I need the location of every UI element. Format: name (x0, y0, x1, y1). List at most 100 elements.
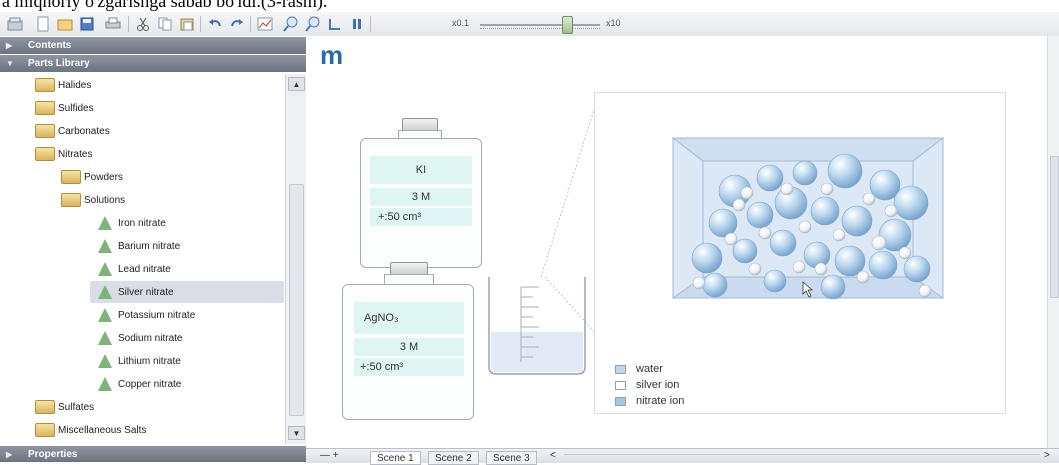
zoom-out-icon[interactable] (304, 15, 322, 32)
ion-particle (691, 242, 723, 274)
sidebar-item-label: Iron nitrate (118, 217, 166, 229)
parts-library-header[interactable]: ▼ Parts Library (0, 55, 306, 72)
print-icon[interactable] (104, 15, 122, 32)
sidebar-item-barium-nitrate[interactable]: Barium nitrate (94, 235, 180, 257)
particle-box[interactable] (595, 93, 1005, 353)
sidebar-item-label: Lithium nitrate (118, 355, 181, 367)
open-icon[interactable] (56, 15, 74, 32)
sidebar-item-lead-nitrate[interactable]: Lead nitrate (94, 258, 171, 280)
ion-particle (841, 205, 873, 237)
scene-nav-buttons[interactable]: — + (320, 450, 339, 461)
sidebar-item-label: Lead nitrate (118, 263, 171, 275)
ki-bottle[interactable]: KI 3 M +:50 cm³ (358, 118, 484, 268)
volume-label: +:50 cm³ (354, 358, 464, 376)
sidebar-item-miscellaneous-salts[interactable]: Miscellaneous Salts (34, 419, 146, 441)
concentration-label: 3 M (370, 188, 472, 206)
fit-icon[interactable] (326, 15, 344, 32)
molecular-view-panel[interactable]: water silver ion nitrate ion (594, 92, 1006, 414)
tab-scene-1[interactable]: Scene 1 (370, 451, 421, 465)
beaker-graphic[interactable] (481, 92, 601, 412)
sidebar-item-sulfates[interactable]: Sulfates (34, 396, 94, 418)
zoom-line (544, 276, 600, 338)
small-particle (871, 235, 887, 251)
sidebar-scrollbar[interactable]: ▲ ▼ (285, 74, 306, 444)
small-particle (820, 182, 834, 196)
sidebar-item-nitrates[interactable]: Nitrates (34, 143, 92, 165)
sidebar-item-label: Miscellaneous Salts (58, 424, 147, 436)
folder-icon (34, 146, 56, 162)
sidebar-item-halides[interactable]: Halides (34, 74, 91, 96)
properties-label: Properties (28, 448, 78, 460)
sidebar-item-silver-nitrate[interactable]: Silver nitrate (90, 281, 284, 303)
folder-icon (60, 169, 82, 185)
main-scroll-thumb[interactable] (1050, 156, 1059, 298)
sidebar-item-powders[interactable]: Powders (60, 166, 123, 188)
sidebar-item-sodium-nitrate[interactable]: Sodium nitrate (94, 327, 182, 349)
undo-icon[interactable] (206, 15, 224, 32)
small-particle (740, 186, 754, 200)
ion-particle (732, 238, 758, 264)
ion-particle (769, 229, 797, 257)
flask-icon (94, 284, 116, 300)
pause-icon[interactable] (348, 15, 366, 32)
small-particle (780, 182, 794, 196)
small-particle (898, 246, 912, 260)
ion-particle (803, 241, 831, 269)
zoom-in-icon[interactable] (282, 15, 300, 32)
scroll-right-icon[interactable]: > (1044, 450, 1050, 461)
flask-icon (94, 215, 116, 231)
copy-icon[interactable] (156, 15, 174, 32)
small-particle (724, 232, 738, 246)
contents-header[interactable]: ▶ Contents (0, 37, 306, 54)
legend-swatch (615, 396, 626, 406)
new-icon[interactable] (34, 15, 52, 32)
sidebar-item-sulfides[interactable]: Sulfides (34, 97, 94, 119)
legend-item: water (615, 361, 684, 377)
flask-icon (94, 353, 116, 369)
sidebar-item-iron-nitrate[interactable]: Iron nitrate (94, 212, 166, 234)
zoom-slider-track[interactable] (480, 24, 600, 26)
tab-scene-3[interactable]: Scene 3 (486, 451, 537, 465)
chart-icon[interactable] (256, 15, 274, 32)
scroll-up-icon[interactable]: ▲ (288, 77, 305, 91)
small-particle (758, 226, 772, 240)
zoom-slider-ticks (480, 28, 600, 32)
sidebar-item-lithium-nitrate[interactable]: Lithium nitrate (94, 350, 181, 372)
zoom-slider-thumb[interactable] (562, 16, 573, 34)
legend-swatch (615, 380, 626, 390)
agno3-bottle[interactable]: AgNO₃ 3 M +:50 cm³ (340, 262, 476, 422)
sidebar-item-copper-nitrate[interactable]: Copper nitrate (94, 373, 181, 395)
tab-scene-2[interactable]: Scene 2 (428, 451, 479, 465)
parts-library-label: Parts Library (28, 58, 90, 69)
folder-icon (34, 399, 56, 415)
ion-particle (810, 196, 840, 226)
sidebar-item-label: Sulfates (58, 401, 95, 413)
scene-scrollbar[interactable] (564, 454, 1040, 460)
sidebar-item-carbonates[interactable]: Carbonates (34, 120, 110, 142)
collapse-arrow-icon: ▼ (6, 59, 14, 68)
properties-header[interactable]: ▶ Properties (0, 446, 306, 462)
sidebar-item-label: Solutions (84, 194, 126, 206)
library-icon[interactable] (6, 15, 24, 32)
simulation-canvas[interactable]: m KI 3 M +:50 cm³ AgNO₃ 3 M +:50 cm³ wat… (306, 36, 1059, 448)
caption-text: a miqnoriy o'zgarishga sabab bo'ldi.(3-r… (2, 0, 328, 11)
sidebar-item-solutions[interactable]: Solutions (60, 189, 125, 211)
sidebar-item-potassium-nitrate[interactable]: Potassium nitrate (94, 304, 195, 326)
sidebar-item-label: Nitrates (58, 148, 93, 160)
cut-icon[interactable] (134, 15, 152, 32)
main-scrollbar[interactable] (1047, 36, 1059, 448)
scroll-left-icon[interactable]: < (550, 450, 556, 461)
folder-icon (34, 123, 56, 139)
save-icon[interactable] (78, 15, 96, 32)
legend-label: water (636, 363, 663, 375)
sidebar-item-label: Powders (84, 171, 123, 183)
sidebar-scroll-thumb[interactable] (289, 184, 304, 416)
small-particle (884, 204, 898, 218)
flask-icon (94, 238, 116, 254)
document-caption: a miqnoriy o'zgarishga sabab bo'ldi.(3-r… (0, 0, 1059, 12)
legend-swatch (615, 364, 626, 374)
scroll-down-icon[interactable]: ▼ (288, 426, 305, 440)
ion-particle (792, 160, 818, 186)
redo-icon[interactable] (228, 15, 246, 32)
paste-icon[interactable] (178, 15, 196, 32)
